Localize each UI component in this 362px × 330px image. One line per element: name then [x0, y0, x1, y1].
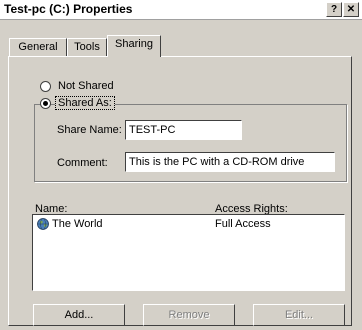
title-bar: Test-pc (C:) Properties ? ✕	[0, 0, 362, 20]
shared-as-radio[interactable]	[40, 98, 51, 109]
row-name: The World	[52, 218, 103, 230]
close-button[interactable]: ✕	[343, 2, 359, 17]
edit-button-label: Edit...	[284, 309, 314, 321]
remove-button[interactable]: Remove	[143, 304, 235, 326]
remove-button-label: Remove	[168, 309, 210, 321]
not-shared-label[interactable]: Not Shared	[58, 80, 114, 92]
shared-as-label[interactable]: Shared As:	[55, 96, 115, 110]
window-title: Test-pc (C:) Properties	[4, 2, 133, 16]
add-button[interactable]: Add...	[33, 304, 125, 326]
comment-label: Comment:	[57, 157, 108, 169]
row-access: Full Access	[215, 218, 271, 230]
tab-sharing-label: Sharing	[115, 38, 153, 50]
help-button[interactable]: ?	[326, 2, 342, 17]
tab-general[interactable]: General	[9, 38, 67, 56]
tab-tools[interactable]: Tools	[67, 38, 107, 56]
permissions-list[interactable]: The World Full Access	[32, 214, 345, 291]
share-name-label: Share Name:	[57, 124, 122, 136]
share-name-field[interactable]: TEST-PC	[125, 120, 242, 140]
tab-tools-label: Tools	[74, 41, 100, 53]
radio-selected-dot	[43, 101, 48, 106]
edit-button[interactable]: Edit...	[253, 304, 345, 326]
tab-sharing[interactable]: Sharing	[107, 35, 161, 57]
list-item[interactable]: The World Full Access	[35, 218, 335, 232]
tab-general-label: General	[18, 41, 58, 53]
not-shared-radio[interactable]	[40, 81, 51, 92]
globe-icon	[37, 218, 49, 230]
comment-field[interactable]: This is the PC with a CD-ROM drive	[125, 152, 335, 172]
add-button-label: Add...	[64, 309, 94, 321]
